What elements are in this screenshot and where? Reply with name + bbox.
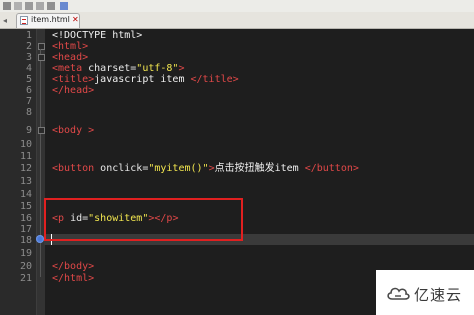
watermark-text: 亿速云 [414, 286, 463, 304]
line-number: 12 [19, 163, 32, 174]
tag: > [178, 63, 185, 74]
code-line[interactable]: <meta charset="utf-8"> [52, 63, 184, 74]
toolbar-icon[interactable] [47, 2, 55, 10]
tag: </head> [52, 85, 95, 96]
watermark: 亿速云 [376, 270, 474, 315]
line-number: 11 [19, 151, 32, 162]
tab-close-icon[interactable]: ✕ [72, 15, 79, 25]
tag: </title> [190, 74, 239, 85]
tag: <meta [52, 63, 83, 74]
annotation-highlight-box [44, 198, 243, 241]
line-number: 14 [19, 189, 32, 200]
tag: <title> [52, 74, 95, 85]
tag: </button> [304, 163, 359, 174]
bookmark-icon[interactable] [36, 235, 44, 243]
line-number: 19 [19, 248, 32, 259]
string-value: "myitem()" [148, 163, 209, 174]
line-number: 18 [19, 235, 32, 246]
line-number: 3 [25, 52, 32, 63]
html-file-icon [20, 16, 28, 25]
cloud-logo-icon [387, 287, 410, 300]
tag: <button [52, 163, 95, 174]
tab-item-html[interactable]: item.html ✕ [16, 13, 80, 28]
text: 点击按扭触发item [214, 163, 305, 174]
code-line[interactable]: </body> [52, 261, 94, 272]
line-number: 20 [19, 261, 32, 272]
doctype: <!DOCTYPE html> [52, 30, 143, 41]
code-line[interactable]: <body > [52, 125, 94, 136]
line-number: 21 [19, 273, 32, 284]
toolbar-icon[interactable] [25, 2, 33, 10]
toolbar-icon[interactable] [36, 2, 44, 10]
line-number: 13 [19, 176, 32, 187]
line-number: 15 [19, 201, 32, 212]
toolbar-icon[interactable] [3, 2, 11, 10]
line-number: 2 [25, 41, 32, 52]
code-line[interactable]: <button onclick="myitem()">点击按扭触发item </… [52, 163, 359, 174]
tag: <html> [52, 41, 89, 52]
line-number: 6 [25, 85, 32, 96]
line-number: 4 [25, 63, 32, 74]
editor-window: ◂ item.html ✕ 1 2 3 4 5 6 7 8 9 10 11 12… [0, 0, 474, 315]
line-number-gutter: 1 2 3 4 5 6 7 8 9 10 11 12 13 14 15 16 1… [0, 29, 36, 315]
tag: <body > [52, 125, 95, 136]
line-number: 1 [25, 30, 32, 41]
tab-label: item.html [31, 15, 70, 24]
toolbar-icon[interactable] [14, 2, 22, 10]
tag: <head> [52, 52, 89, 63]
code-line[interactable]: <!DOCTYPE html> [52, 30, 142, 41]
line-number: 7 [25, 96, 32, 107]
attribute: charset= [82, 63, 137, 74]
code-line[interactable]: </html> [52, 273, 94, 284]
text: javascript item [94, 74, 191, 85]
toolbar [0, 0, 474, 12]
tab-scroll-icon[interactable]: ◂ [3, 16, 7, 25]
tag: </body> [52, 261, 95, 272]
code-line[interactable]: <html> [52, 41, 88, 52]
save-icon[interactable] [60, 2, 68, 10]
line-number: 9 [25, 125, 32, 136]
line-number: 10 [19, 139, 32, 150]
line-number: 16 [19, 213, 32, 224]
line-number: 17 [19, 224, 32, 235]
code-line[interactable]: <head> [52, 52, 88, 63]
code-line[interactable]: <title>javascript item </title> [52, 74, 239, 85]
string-value: "utf-8" [136, 63, 179, 74]
line-number: 5 [25, 74, 32, 85]
fold-toggle-icon[interactable] [38, 127, 45, 134]
attribute: onclick= [94, 163, 149, 174]
line-number: 8 [25, 107, 32, 118]
fold-toggle-icon[interactable] [38, 54, 45, 61]
code-line[interactable]: </head> [52, 85, 94, 96]
tag: </html> [52, 273, 95, 284]
